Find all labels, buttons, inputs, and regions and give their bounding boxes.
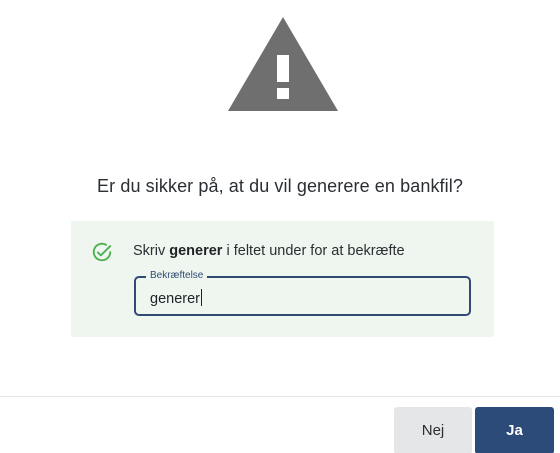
text-caret [200, 289, 202, 306]
no-button[interactable]: Nej [394, 407, 472, 453]
warning-triangle-icon [228, 17, 338, 111]
confirmation-field-label: Bekræftelse [146, 270, 208, 282]
confirm-instruction: Skriv generer i feltet under for at bekr… [133, 243, 405, 259]
confirmation-field[interactable]: Bekræftelse generer [134, 270, 471, 316]
confirmation-input-value: generer [150, 291, 200, 307]
confirmation-input[interactable]: generer [150, 289, 450, 307]
check-circle-icon [92, 242, 112, 262]
instruction-suffix: i feltet under for at bekræfte [222, 243, 405, 259]
instruction-keyword: generer [169, 243, 223, 259]
confirm-dialog: Er du sikker på, at du vil generere en b… [0, 0, 560, 453]
yes-button[interactable]: Ja [475, 407, 554, 453]
confirm-question: Er du sikker på, at du vil generere en b… [97, 176, 463, 196]
footer-divider [0, 396, 560, 397]
instruction-prefix: Skriv [133, 243, 170, 259]
confirm-panel: Skriv generer i feltet under for at bekr… [71, 221, 494, 337]
